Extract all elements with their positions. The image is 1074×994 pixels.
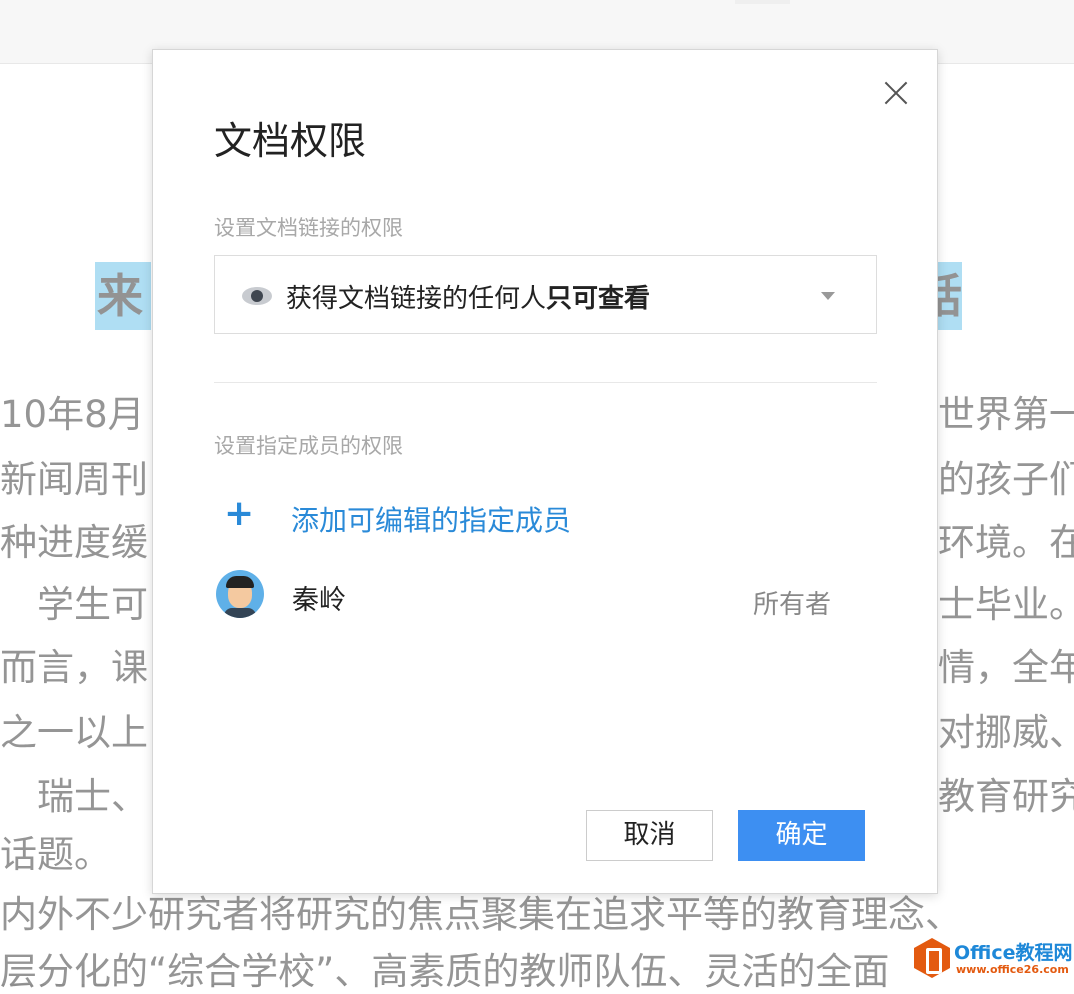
plus-icon: +: [224, 493, 255, 534]
office-logo-icon: [914, 938, 950, 978]
close-icon[interactable]: [883, 80, 909, 106]
member-name: 秦岭: [292, 585, 346, 616]
member-section-label: 设置指定成员的权限: [214, 434, 403, 458]
ok-button[interactable]: 确定: [738, 810, 865, 861]
chevron-down-icon: [821, 292, 835, 300]
member-role: 所有者: [753, 590, 832, 620]
dialog-title: 文档权限: [214, 119, 367, 163]
link-permission-prefix: 获得文档链接的任何人: [286, 284, 547, 314]
logo-name: Office教程网: [954, 942, 1073, 964]
permission-dialog: 文档权限 设置文档链接的权限 获得文档链接的任何人只可查看 设置指定成员的权限 …: [152, 49, 938, 894]
add-member-label: 添加可编辑的指定成员: [291, 504, 572, 537]
cancel-button[interactable]: 取消: [586, 810, 713, 861]
logo-url: www.office26.com: [956, 963, 1069, 976]
eye-icon: [242, 287, 272, 305]
divider: [214, 382, 877, 383]
avatar: [216, 570, 264, 618]
site-logo: Office教程网 www.office26.com: [912, 936, 1074, 984]
link-permission-select[interactable]: 获得文档链接的任何人只可查看: [214, 255, 877, 334]
link-permission-level: 只可查看: [546, 284, 651, 314]
link-section-label: 设置文档链接的权限: [214, 216, 403, 240]
